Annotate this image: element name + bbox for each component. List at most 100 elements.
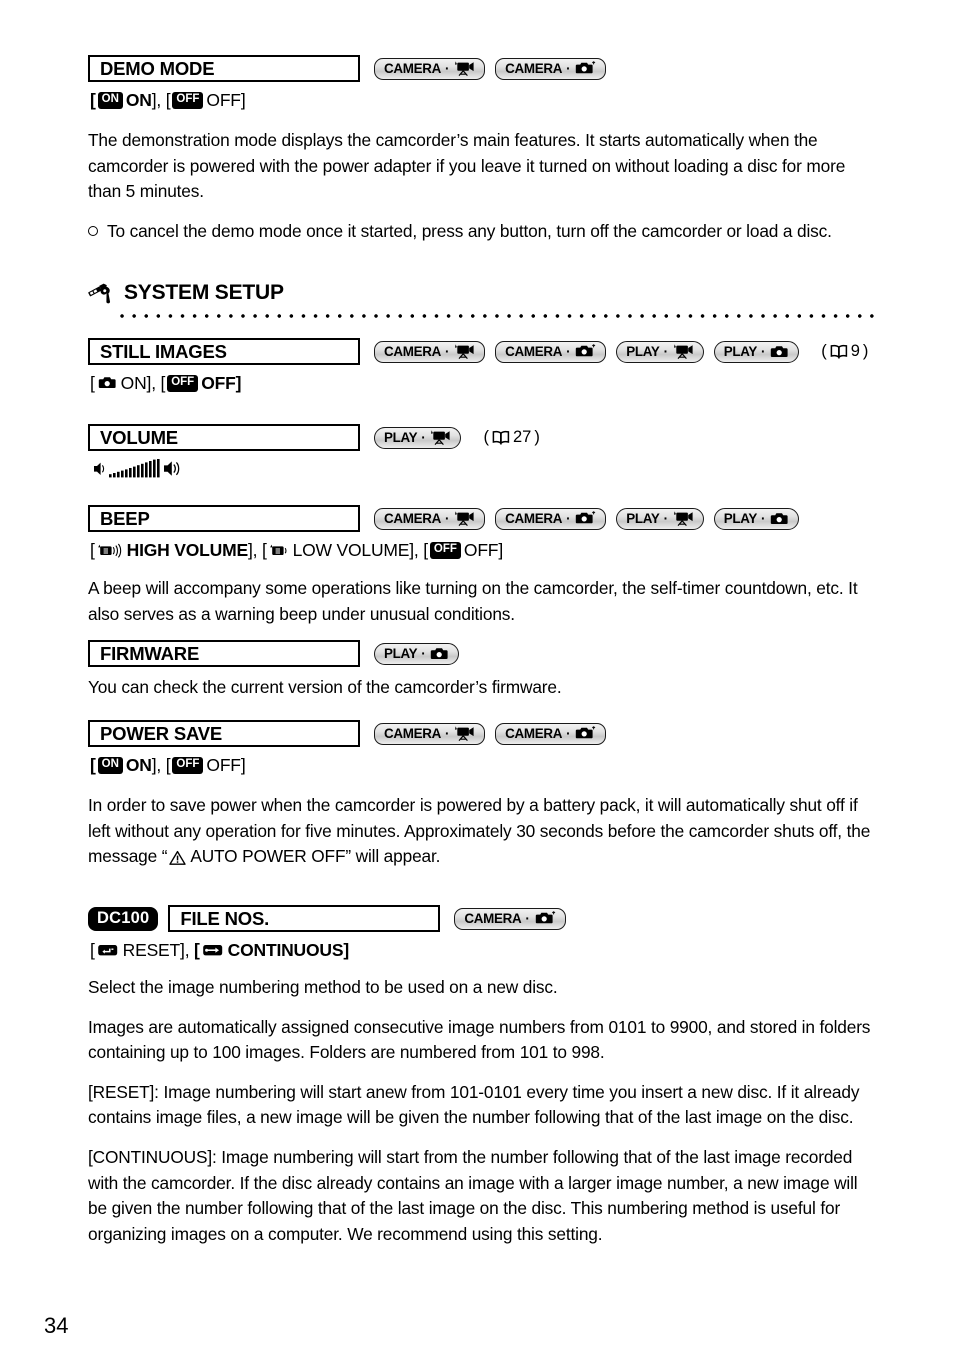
file-continuous-icon [202, 945, 222, 956]
volume-title-row: VOLUME PLAY · (27) [88, 424, 878, 451]
section-power-save: POWER SAVE CAMERA · CAMERA · [ON ON], … [88, 720, 878, 884]
still-camera-icon [576, 726, 596, 739]
badge-camera-photo: CAMERA · [454, 907, 566, 930]
badge-play-video: PLAY · [616, 340, 704, 363]
demo-mode-title: DEMO MODE [88, 55, 360, 82]
section-beep: BEEP CAMERA · CAMERA · PLAY · PLAY · [H… [88, 505, 878, 641]
beep-low-label: LOW VOLUME [292, 540, 410, 560]
file-reset-icon [97, 945, 117, 956]
badge-play-video: PLAY · [616, 507, 704, 530]
badge-label: PLAY [384, 429, 418, 445]
wrench-screwdriver-icon [88, 283, 111, 304]
still-camera-icon [98, 377, 116, 388]
still-images-options: [ ON], [OFF OFF] [90, 373, 242, 393]
badge-label: PLAY [626, 510, 660, 526]
still-images-title-row: STILL IMAGES CAMERA · CAMERA · PLAY · PL… [88, 338, 878, 365]
on-label: ON [120, 373, 147, 393]
badge-separator: · [444, 60, 450, 76]
power-save-options: [ON ON], [OFF OFF] [90, 755, 246, 775]
badge-label: CAMERA [505, 725, 563, 741]
beep-high-icon-wrap [97, 543, 123, 558]
badge-label: PLAY [723, 343, 758, 359]
power-save-title: POWER SAVE [88, 720, 360, 747]
parenthesis-open: ( [821, 342, 827, 360]
volume-title: VOLUME [88, 424, 360, 451]
badge-label: CAMERA [384, 725, 441, 741]
badge-separator: · [444, 510, 450, 526]
book-icon [492, 430, 510, 445]
book-icon [830, 344, 847, 359]
badge-separator: · [421, 429, 426, 445]
section-file-nos: DC100 FILE NOS. CAMERA · [RESET], [CO… [88, 905, 878, 1261]
off-badge: OFF [172, 91, 204, 109]
badge-label: PLAY [723, 510, 758, 526]
volume-level-indicator [92, 458, 878, 485]
page-reference-number: 9 [850, 342, 860, 360]
movie-camera-icon [455, 61, 474, 76]
speaker-high-icon [164, 461, 180, 476]
still-images-badges: CAMERA · CAMERA · PLAY · PLAY · (9) [374, 340, 868, 363]
manual-page: DEMO MODE CAMERA · CAMERA · [ON ON], [… [0, 0, 954, 1357]
reset-label: RESET [122, 940, 181, 960]
section-system-setup-header: SYSTEM SETUP [88, 280, 878, 322]
still-images-title: STILL IMAGES [88, 338, 360, 365]
still-camera-icon [576, 344, 596, 357]
file-nos-paragraph-3: [RESET]: Image numbering will start anew… [88, 1081, 860, 1128]
system-setup-heading: SYSTEM SETUP [124, 281, 284, 304]
demo-mode-title-row: DEMO MODE CAMERA · CAMERA · [88, 55, 878, 82]
badge-play-photo: PLAY · [713, 340, 800, 363]
still-image-option-icon [97, 376, 117, 390]
badge-separator: · [444, 725, 450, 741]
demo-mode-paragraph: The demonstration mode displays the camc… [88, 130, 846, 202]
still-images-page-reference: ( 9) [821, 342, 868, 361]
firmware-title: FIRMWARE [88, 640, 360, 667]
still-camera-icon [431, 647, 449, 659]
volume-page-reference: ( 27) [483, 428, 539, 447]
warning-icon-wrap [169, 850, 187, 866]
badge-camera-photo: CAMERA · [495, 340, 607, 363]
file-nos-paragraph-2: Images are automatically assigned consec… [88, 1016, 871, 1063]
still-camera-icon [535, 911, 555, 924]
section-firmware: FIRMWARE PLAY · You can check the curren… [88, 640, 878, 715]
badge-label: CAMERA [384, 60, 441, 76]
still-camera-icon [576, 61, 596, 74]
badge-separator: · [444, 343, 450, 359]
badge-separator: · [566, 725, 571, 741]
badge-camera-video: CAMERA · [374, 722, 486, 745]
demo-mode-bullet: To cancel the demo mode once it started,… [88, 219, 878, 245]
movie-camera-icon [431, 430, 451, 445]
badge-camera-photo: CAMERA · [495, 507, 607, 530]
volume-badges: PLAY · ( 27) [374, 426, 540, 449]
badge-camera-video: CAMERA · [374, 57, 486, 80]
on-label: ON [125, 755, 152, 775]
badge-label: CAMERA [464, 910, 522, 926]
badge-separator: · [663, 343, 668, 359]
off-label: OFF [463, 540, 499, 560]
demo-mode-bullet-text: To cancel the demo mode once it started,… [107, 220, 832, 241]
on-badge: ON [97, 91, 123, 109]
off-badge: OFF [429, 541, 461, 559]
movie-camera-icon [673, 511, 693, 526]
reset-icon-wrap [97, 942, 119, 958]
speaker-low-icon [269, 544, 287, 555]
badge-camera-video: CAMERA · [374, 507, 486, 530]
system-setup-heading-row: SYSTEM SETUP [88, 280, 878, 306]
file-nos-title: FILE NOS. [168, 905, 441, 932]
power-save-paragraph-part2: ” will appear. [345, 846, 441, 867]
volume-level-bars [94, 459, 180, 478]
badge-separator: · [761, 343, 766, 359]
beep-title: BEEP [88, 505, 360, 532]
still-camera-icon [771, 512, 788, 524]
demo-mode-badges: CAMERA · CAMERA · [374, 57, 607, 80]
continuous-label: CONTINUOUS [227, 940, 344, 960]
beep-title-row: BEEP CAMERA · CAMERA · PLAY · PLAY · [88, 505, 878, 532]
badge-camera-video: CAMERA · [374, 340, 486, 363]
section-divider-dots [116, 310, 878, 322]
beep-high-label: HIGH VOLUME [126, 540, 248, 560]
power-save-paragraph: In order to save power when the camcorde… [88, 793, 878, 870]
off-label: OFF [206, 90, 241, 110]
file-nos-title-row: DC100 FILE NOS. CAMERA · [88, 905, 878, 932]
power-save-badges: CAMERA · CAMERA · [374, 722, 607, 745]
badge-label: CAMERA [505, 60, 563, 76]
beep-badges: CAMERA · CAMERA · PLAY · PLAY · [374, 507, 800, 530]
